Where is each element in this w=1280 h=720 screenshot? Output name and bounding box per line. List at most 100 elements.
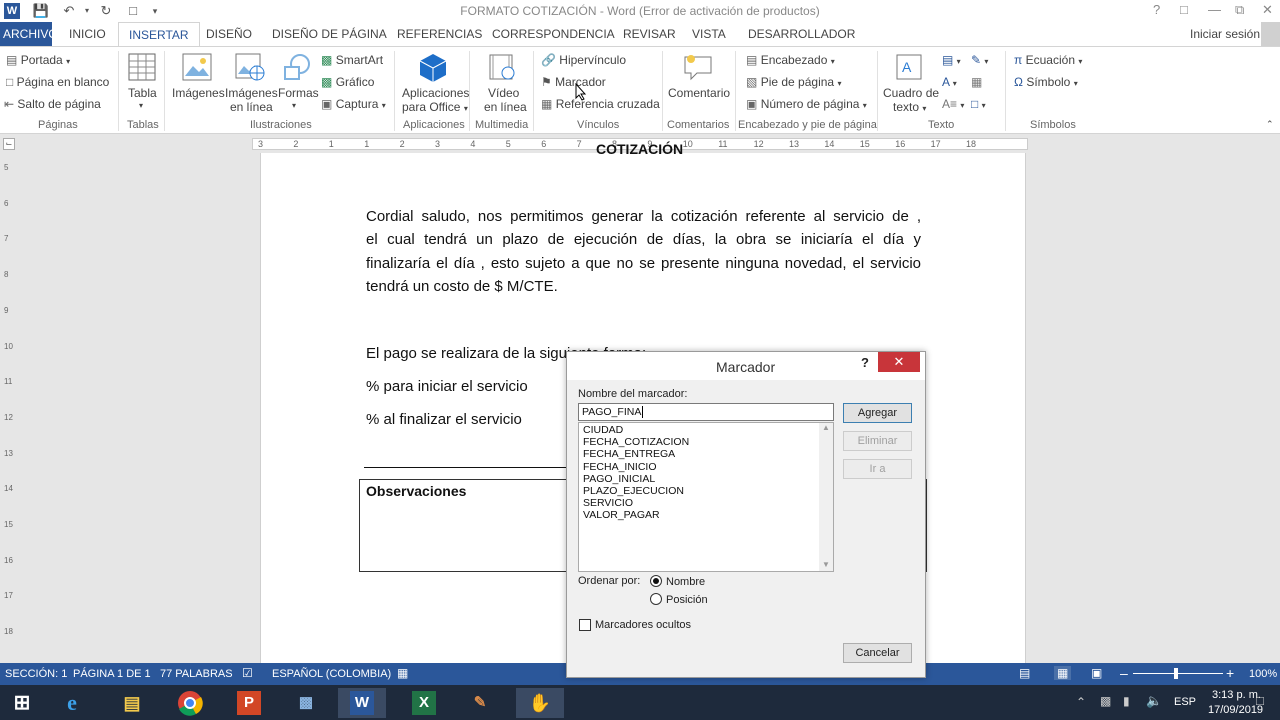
- print-layout-icon[interactable]: ▦: [1054, 666, 1072, 680]
- scroll-up-icon[interactable]: ▲: [819, 423, 833, 432]
- status-page[interactable]: PÁGINA 1 DE 1: [73, 668, 151, 680]
- tab-desarrollador[interactable]: DESARROLLADOR: [748, 27, 855, 41]
- sort-by-name-label[interactable]: Nombre: [666, 576, 705, 588]
- network-icon[interactable]: ▩: [1100, 694, 1111, 708]
- proofing-icon[interactable]: ☑: [242, 666, 253, 680]
- formas-dropdown-icon[interactable]: ▾: [292, 101, 296, 110]
- tab-insertar[interactable]: INSERTAR: [118, 22, 200, 47]
- comentario-button[interactable]: Comentario: [668, 86, 730, 100]
- help-button[interactable]: ?: [1153, 2, 1160, 17]
- redo-icon[interactable]: ↻: [97, 2, 115, 20]
- tab-archivo[interactable]: ARCHIVO: [0, 22, 58, 46]
- show-hidden-icons[interactable]: ⌃: [1076, 695, 1086, 709]
- ribbon-display-options-icon[interactable]: □: [1180, 2, 1188, 17]
- signature-line-icon[interactable]: ✎ ▾: [971, 53, 988, 67]
- status-section[interactable]: SECCIÓN: 1: [5, 668, 67, 680]
- macro-record-icon[interactable]: ▦: [397, 666, 408, 680]
- vertical-ruler[interactable]: 5 6 7 8 9 10 11 12 13 14 15 16 17 18: [0, 153, 16, 663]
- zoom-level[interactable]: 100%: [1249, 668, 1277, 680]
- maximize-button[interactable]: ⧉: [1235, 2, 1244, 18]
- bookmark-list-item[interactable]: VALOR_PAGAR: [579, 509, 833, 521]
- date-time-icon[interactable]: ▦: [971, 75, 982, 89]
- dialog-help-button[interactable]: ?: [861, 355, 869, 370]
- customize-toolbar-icon[interactable]: ▾: [146, 2, 164, 20]
- tab-selector-icon[interactable]: ⌙: [3, 138, 15, 150]
- shapes-icon[interactable]: [282, 53, 312, 81]
- read-mode-icon[interactable]: ▤: [1019, 666, 1030, 680]
- bookmark-list-item[interactable]: PLAZO_EJECUCION: [579, 485, 833, 497]
- save-icon[interactable]: 💾: [32, 2, 50, 20]
- sign-in-link[interactable]: Iniciar sesión: [1190, 27, 1260, 41]
- excel-icon[interactable]: X: [402, 688, 446, 718]
- wordart-icon[interactable]: A ▾: [942, 75, 957, 89]
- remote-desktop-icon[interactable]: ▩: [284, 688, 328, 718]
- notifications-icon[interactable]: □: [1256, 693, 1264, 708]
- paint-icon[interactable]: ✎: [458, 688, 502, 718]
- close-window-button[interactable]: ✕: [1262, 2, 1273, 18]
- tab-diseno[interactable]: DISEÑO: [206, 27, 252, 41]
- salto-de-pagina-button[interactable]: ⇤ Salto de página: [4, 97, 101, 111]
- hidden-bookmarks-checkbox[interactable]: [579, 619, 591, 631]
- tab-correspondencia[interactable]: CORRESPONDENCIA: [492, 27, 615, 41]
- tab-inicio[interactable]: INICIO: [69, 27, 106, 41]
- hipervinculo-button[interactable]: 🔗 Hipervínculo: [541, 53, 626, 67]
- bookmark-name-input[interactable]: PAGO_FINA: [578, 403, 834, 421]
- ir-a-button[interactable]: Ir a: [843, 459, 912, 479]
- comment-icon[interactable]: [683, 53, 713, 81]
- undo-dropdown-icon[interactable]: ▾: [78, 2, 96, 20]
- hidden-bookmarks-label[interactable]: Marcadores ocultos: [595, 619, 691, 631]
- tab-revisar[interactable]: REVISAR: [623, 27, 676, 41]
- grafico-button[interactable]: ▩ Gráfico: [321, 75, 374, 89]
- media-app-icon[interactable]: ✋: [516, 688, 564, 718]
- tabla-button[interactable]: Tabla: [128, 86, 157, 100]
- battery-icon[interactable]: ▮: [1123, 694, 1130, 708]
- sort-by-name-radio[interactable]: [650, 575, 662, 587]
- clock-date[interactable]: 17/09/2019: [1208, 704, 1263, 716]
- text-box-icon[interactable]: A: [895, 53, 923, 81]
- object-icon[interactable]: □ ▾: [971, 97, 986, 111]
- pie-de-pagina-button[interactable]: ▧ Pie de página ▾: [746, 75, 841, 89]
- pictures-icon[interactable]: [182, 53, 212, 81]
- word-app-icon[interactable]: W: [4, 3, 20, 19]
- account-avatar[interactable]: [1261, 22, 1280, 46]
- pagina-en-blanco-button[interactable]: □ Página en blanco: [6, 75, 109, 89]
- status-words[interactable]: 77 PALABRAS: [160, 668, 233, 680]
- tab-vista[interactable]: VISTA: [692, 27, 726, 41]
- bookmark-list[interactable]: CIUDAD FECHA_COTIZACION FECHA_ENTREGA FECHA…: [578, 422, 834, 572]
- dialog-close-button[interactable]: ✕: [878, 352, 920, 372]
- chrome-icon[interactable]: [168, 688, 212, 718]
- bookmark-list-item[interactable]: PAGO_INICIAL: [579, 473, 833, 485]
- imagenes-button[interactable]: Imágenes: [172, 86, 225, 100]
- zoom-in-icon[interactable]: +: [1226, 665, 1234, 681]
- agregar-button[interactable]: Agregar: [843, 403, 912, 423]
- collapse-ribbon-icon[interactable]: ⌃: [1266, 119, 1274, 130]
- simbolo-button[interactable]: Ω Símbolo ▾: [1014, 75, 1078, 89]
- new-document-icon[interactable]: □: [124, 2, 142, 20]
- ecuacion-button[interactable]: π Ecuación ▾: [1014, 53, 1082, 67]
- online-pictures-icon[interactable]: [235, 53, 265, 81]
- minimize-button[interactable]: —: [1208, 2, 1221, 17]
- imagenes-en-linea-button[interactable]: Imágenes en línea: [225, 86, 278, 114]
- zoom-out-icon[interactable]: –: [1120, 665, 1128, 681]
- cancelar-button[interactable]: Cancelar: [843, 643, 912, 663]
- cuadro-de-texto-button[interactable]: Cuadro de texto ▾: [883, 86, 939, 114]
- undo-icon[interactable]: ↶: [60, 2, 78, 20]
- web-layout-icon[interactable]: ▣: [1091, 666, 1102, 680]
- zoom-slider-track[interactable]: [1133, 673, 1223, 674]
- marcador-button[interactable]: ⚑ Marcador: [541, 75, 606, 89]
- numero-de-pagina-button[interactable]: ▣ Número de página ▾: [746, 97, 867, 111]
- online-video-icon[interactable]: [488, 53, 516, 81]
- tabla-dropdown-icon[interactable]: ▾: [139, 101, 143, 110]
- sort-by-position-radio[interactable]: [650, 593, 662, 605]
- captura-button[interactable]: ▣ Captura ▾: [321, 97, 386, 111]
- office-store-icon[interactable]: [419, 53, 447, 83]
- internet-explorer-icon[interactable]: e: [50, 688, 94, 718]
- zoom-slider-thumb[interactable]: [1174, 668, 1178, 679]
- file-explorer-icon[interactable]: ▤: [110, 688, 154, 718]
- bookmark-list-item[interactable]: FECHA_ENTREGA: [579, 448, 833, 460]
- table-icon[interactable]: [128, 53, 156, 81]
- bookmark-list-item[interactable]: FECHA_COTIZACION: [579, 436, 833, 448]
- formas-button[interactable]: Formas: [278, 86, 319, 100]
- clock-time[interactable]: 3:13 p. m.: [1212, 689, 1261, 701]
- word-icon[interactable]: W: [338, 688, 386, 718]
